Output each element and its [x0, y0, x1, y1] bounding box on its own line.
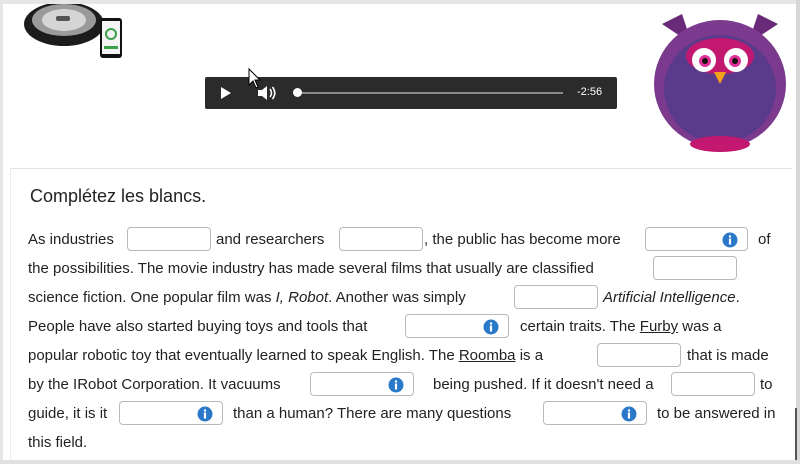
text-segment: than a human? There are many questions — [233, 405, 512, 422]
blank-input-4[interactable] — [653, 256, 737, 280]
text-segment: guide, it is it — [28, 405, 108, 422]
text-segment: the possibilities. The movie industry ha… — [28, 260, 594, 277]
time-remaining: -2:56 — [577, 86, 603, 98]
text-segment: Artificial Intelligence. — [603, 289, 740, 306]
text-segment: of — [758, 231, 771, 248]
text-segment: As industries — [28, 231, 114, 248]
blank-input-1[interactable] — [127, 227, 211, 251]
blank-dropdown-10[interactable] — [119, 401, 223, 425]
instructions-heading: Complétez les blancs. — [30, 186, 207, 206]
text-segment: and researchers — [216, 231, 325, 248]
text-segment: People have also started buying toys and… — [28, 318, 368, 335]
blank-dropdown-11[interactable] — [543, 401, 647, 425]
text-segment: being pushed. If it doesn't need a — [433, 376, 654, 393]
blank-input-9[interactable] — [671, 372, 755, 396]
text-segment: by the IRobot Corporation. It vacuums — [28, 376, 281, 393]
window-frame-bottom — [0, 460, 800, 464]
info-icon[interactable] — [722, 232, 738, 248]
blank-input-2[interactable] — [339, 227, 423, 251]
scrollbar[interactable] — [795, 408, 797, 460]
text-segment: to be answered in — [657, 405, 776, 422]
blank-input-7[interactable] — [597, 343, 681, 367]
roomba-image — [24, 4, 122, 58]
blank-dropdown-8[interactable] — [310, 372, 414, 396]
furby-link[interactable]: Furby — [640, 318, 678, 335]
info-icon[interactable] — [388, 377, 404, 393]
content-left-border — [10, 168, 11, 460]
blank-dropdown-6[interactable] — [405, 314, 509, 338]
furby-image — [654, 14, 786, 152]
text-segment: to — [760, 376, 773, 393]
window-frame-left — [0, 0, 3, 464]
text-segment: certain traits. The Furby was a — [520, 318, 722, 335]
info-icon[interactable] — [197, 406, 213, 422]
info-icon[interactable] — [483, 319, 499, 335]
mouse-cursor-icon — [248, 68, 262, 89]
text-segment: science fiction. One popular film was I,… — [28, 289, 466, 306]
text-segment: popular robotic toy that eventually lear… — [28, 347, 544, 364]
progress-bar[interactable] — [297, 92, 563, 94]
blank-dropdown-3[interactable] — [645, 227, 748, 251]
play-icon[interactable] — [219, 86, 233, 100]
text-segment: that is made — [687, 347, 769, 364]
info-icon[interactable] — [621, 406, 637, 422]
roomba-link[interactable]: Roomba — [459, 347, 516, 364]
blank-input-5[interactable] — [514, 285, 598, 309]
audio-player: -2:56 — [205, 77, 617, 109]
text-segment: , the public has become more — [424, 231, 621, 248]
progress-thumb[interactable] — [293, 88, 302, 97]
text-segment: this field. — [28, 434, 88, 451]
section-divider — [10, 168, 792, 169]
